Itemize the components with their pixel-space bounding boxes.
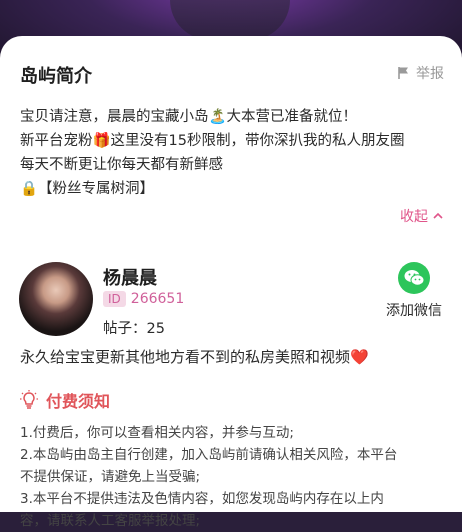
- island-info-card: 岛屿简介 举报 宝贝请注意，晨晨的宝藏小岛🏝️大本营已准备就位！ 新平台宠粉🎁这…: [0, 36, 462, 529]
- avatar[interactable]: [19, 262, 93, 336]
- report-button[interactable]: 举报: [397, 63, 444, 83]
- id-badge: ID: [103, 291, 126, 307]
- profile-tagline: 永久给宝宝更新其他地方看不到的私房美照和视频❤️: [20, 348, 369, 366]
- fee-notice-item: 2.本岛屿由岛主自行创建，加入岛屿前请确认相关风险，本平台: [20, 447, 398, 463]
- add-wechat-button[interactable]: 添加微信: [384, 262, 444, 320]
- id-value: 266651: [130, 291, 185, 307]
- section-title: 岛屿简介: [20, 66, 92, 87]
- profile-name: 杨晨晨: [103, 268, 157, 289]
- wechat-label: 添加微信: [386, 303, 442, 319]
- description-line: 🔒【粉丝专属树洞】: [20, 181, 155, 197]
- profile-id: ID 266651: [103, 291, 184, 307]
- fee-notice-item: 3.本平台不提供违法及色情内容，如您发现岛屿内存在以上内: [20, 491, 384, 507]
- fee-notice-list: 1.付费后，你可以查看相关内容，并参与互动; 2.本岛屿由岛主自行创建，加入岛屿…: [20, 422, 450, 532]
- hero-figure: [170, 0, 290, 40]
- fee-notice-item: 容，请联系人工客服举报处理;: [20, 513, 201, 529]
- posts-count: 帖子：25: [103, 321, 165, 337]
- lightbulb-icon: [20, 390, 38, 409]
- flag-icon: [398, 67, 408, 79]
- island-description: 宝贝请注意，晨晨的宝藏小岛🏝️大本营已准备就位！ 新平台宠粉🎁这里没有15秒限制…: [20, 105, 450, 201]
- description-line: 每天不断更让你每天都有新鲜感: [20, 157, 223, 173]
- report-label: 举报: [416, 66, 444, 82]
- collapse-label: 收起: [400, 209, 428, 225]
- chevron-up-icon: [433, 212, 443, 219]
- fee-notice-item: 不提供保证，请避免上当受骗;: [20, 469, 201, 485]
- description-line: 宝贝请注意，晨晨的宝藏小岛🏝️大本营已准备就位！: [20, 109, 358, 125]
- fee-notice-title: 付费须知: [20, 388, 110, 412]
- wechat-icon: [398, 262, 430, 294]
- description-line: 新平台宠粉🎁这里没有15秒限制，带你深扒我的私人朋友圈: [20, 133, 405, 149]
- fee-notice-label: 付费须知: [46, 392, 111, 411]
- fee-notice-item: 1.付费后，你可以查看相关内容，并参与互动;: [20, 425, 294, 441]
- collapse-button[interactable]: 收起: [400, 206, 444, 226]
